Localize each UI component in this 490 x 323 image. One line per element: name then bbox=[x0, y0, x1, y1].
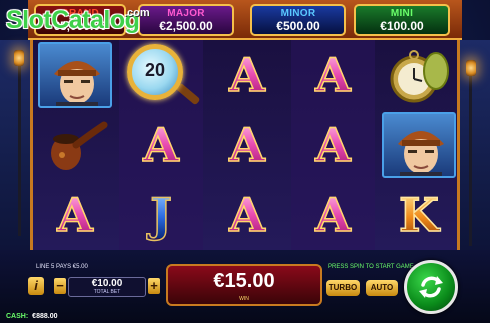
magnifier-multiplier: 20 bbox=[144, 60, 166, 80]
autoplay-button[interactable]: AUTO bbox=[366, 280, 398, 296]
win-label: WIN bbox=[239, 296, 249, 302]
jack-symbol: J bbox=[149, 188, 172, 242]
symbol-jack: J bbox=[119, 180, 203, 250]
ace-symbol: A bbox=[314, 188, 351, 242]
ace-symbol: A bbox=[56, 188, 93, 242]
jackpot-mini-value: €100.00 bbox=[380, 19, 424, 33]
bet-decrease-button[interactable]: − bbox=[54, 278, 66, 294]
info-button[interactable]: i bbox=[28, 277, 44, 295]
symbol-ace: A bbox=[33, 180, 117, 250]
jackpot-major-label: MAJOR bbox=[167, 8, 205, 19]
symbol-detective bbox=[33, 40, 117, 110]
line-win-info: LINE 5 PAYS €5.00 bbox=[36, 264, 88, 270]
ace-symbol: A bbox=[228, 118, 265, 172]
win-amount: €15.00 bbox=[213, 270, 275, 292]
win-display: €15.00 WIN bbox=[166, 264, 322, 306]
symbol-ace: A bbox=[291, 40, 375, 110]
symbol-pocket-watch bbox=[377, 40, 461, 110]
reel-1: A bbox=[33, 40, 117, 250]
watermark-logo: SlotCatalog bbox=[6, 6, 140, 34]
symbol-king: K bbox=[377, 180, 461, 250]
spin-button[interactable] bbox=[404, 260, 458, 314]
jackpot-mini-label: MINI bbox=[390, 8, 414, 19]
ace-symbol: A bbox=[228, 48, 265, 102]
street-lamp-left-icon bbox=[14, 50, 24, 66]
pipe-icon bbox=[51, 121, 108, 170]
total-bet-label: TOTAL BET bbox=[93, 289, 121, 295]
press-spin-hint: PRESS SPIN TO START GAME bbox=[328, 264, 414, 270]
reel-5: K bbox=[377, 40, 461, 250]
cash-value: €888.00 bbox=[32, 313, 58, 320]
symbol-magnifier: 20 bbox=[119, 40, 203, 110]
pocket-watch-icon bbox=[390, 50, 449, 103]
spin-arrows-icon bbox=[419, 276, 443, 298]
symbol-ace: A bbox=[205, 180, 289, 250]
reel-grid: A 20 A J A A A A A A K bbox=[30, 40, 460, 250]
jackpot-minor-label: MINOR bbox=[280, 8, 316, 19]
jackpot-minor: MINOR €500.00 bbox=[250, 4, 346, 36]
jackpot-major-value: €2,500.00 bbox=[159, 19, 213, 33]
detective-portrait-icon bbox=[382, 112, 456, 178]
symbol-detective bbox=[377, 110, 461, 180]
magnifying-glass-icon: 20 bbox=[121, 42, 201, 108]
turbo-button[interactable]: TURBO bbox=[326, 280, 360, 296]
king-symbol: K bbox=[398, 188, 439, 242]
reel-3: A A A bbox=[205, 40, 289, 250]
cash-balance: CASH: €888.00 bbox=[6, 313, 57, 320]
jackpot-mini: MINI €100.00 bbox=[354, 4, 450, 36]
symbol-ace: A bbox=[205, 110, 289, 180]
symbol-ace: A bbox=[291, 180, 375, 250]
bet-increase-button[interactable]: + bbox=[148, 278, 160, 294]
symbol-pipe bbox=[33, 110, 117, 180]
lamp-post-left bbox=[18, 66, 21, 236]
reel-4: A A A bbox=[291, 40, 375, 250]
total-bet-display: €10.00 TOTAL BET bbox=[68, 277, 146, 297]
lamp-post-right bbox=[469, 76, 472, 246]
game-stage: GRAND €5,000.00 MAJOR €2,500.00 MINOR €5… bbox=[0, 0, 490, 323]
symbol-ace: A bbox=[205, 40, 289, 110]
cash-label: CASH: bbox=[6, 313, 29, 320]
jackpot-major: MAJOR €2,500.00 bbox=[138, 4, 234, 36]
detective-portrait-icon bbox=[38, 42, 112, 108]
reel-2: 20 A J bbox=[119, 40, 203, 250]
watermark-suffix: .com bbox=[124, 7, 150, 19]
symbol-ace: A bbox=[291, 110, 375, 180]
jackpot-minor-value: €500.00 bbox=[276, 19, 320, 33]
ace-symbol: A bbox=[142, 118, 179, 172]
street-lamp-right-icon bbox=[466, 60, 476, 76]
symbol-ace: A bbox=[119, 110, 203, 180]
ace-symbol: A bbox=[314, 118, 351, 172]
total-bet-value: €10.00 bbox=[91, 278, 123, 289]
ace-symbol: A bbox=[314, 48, 351, 102]
ace-symbol: A bbox=[228, 188, 265, 242]
